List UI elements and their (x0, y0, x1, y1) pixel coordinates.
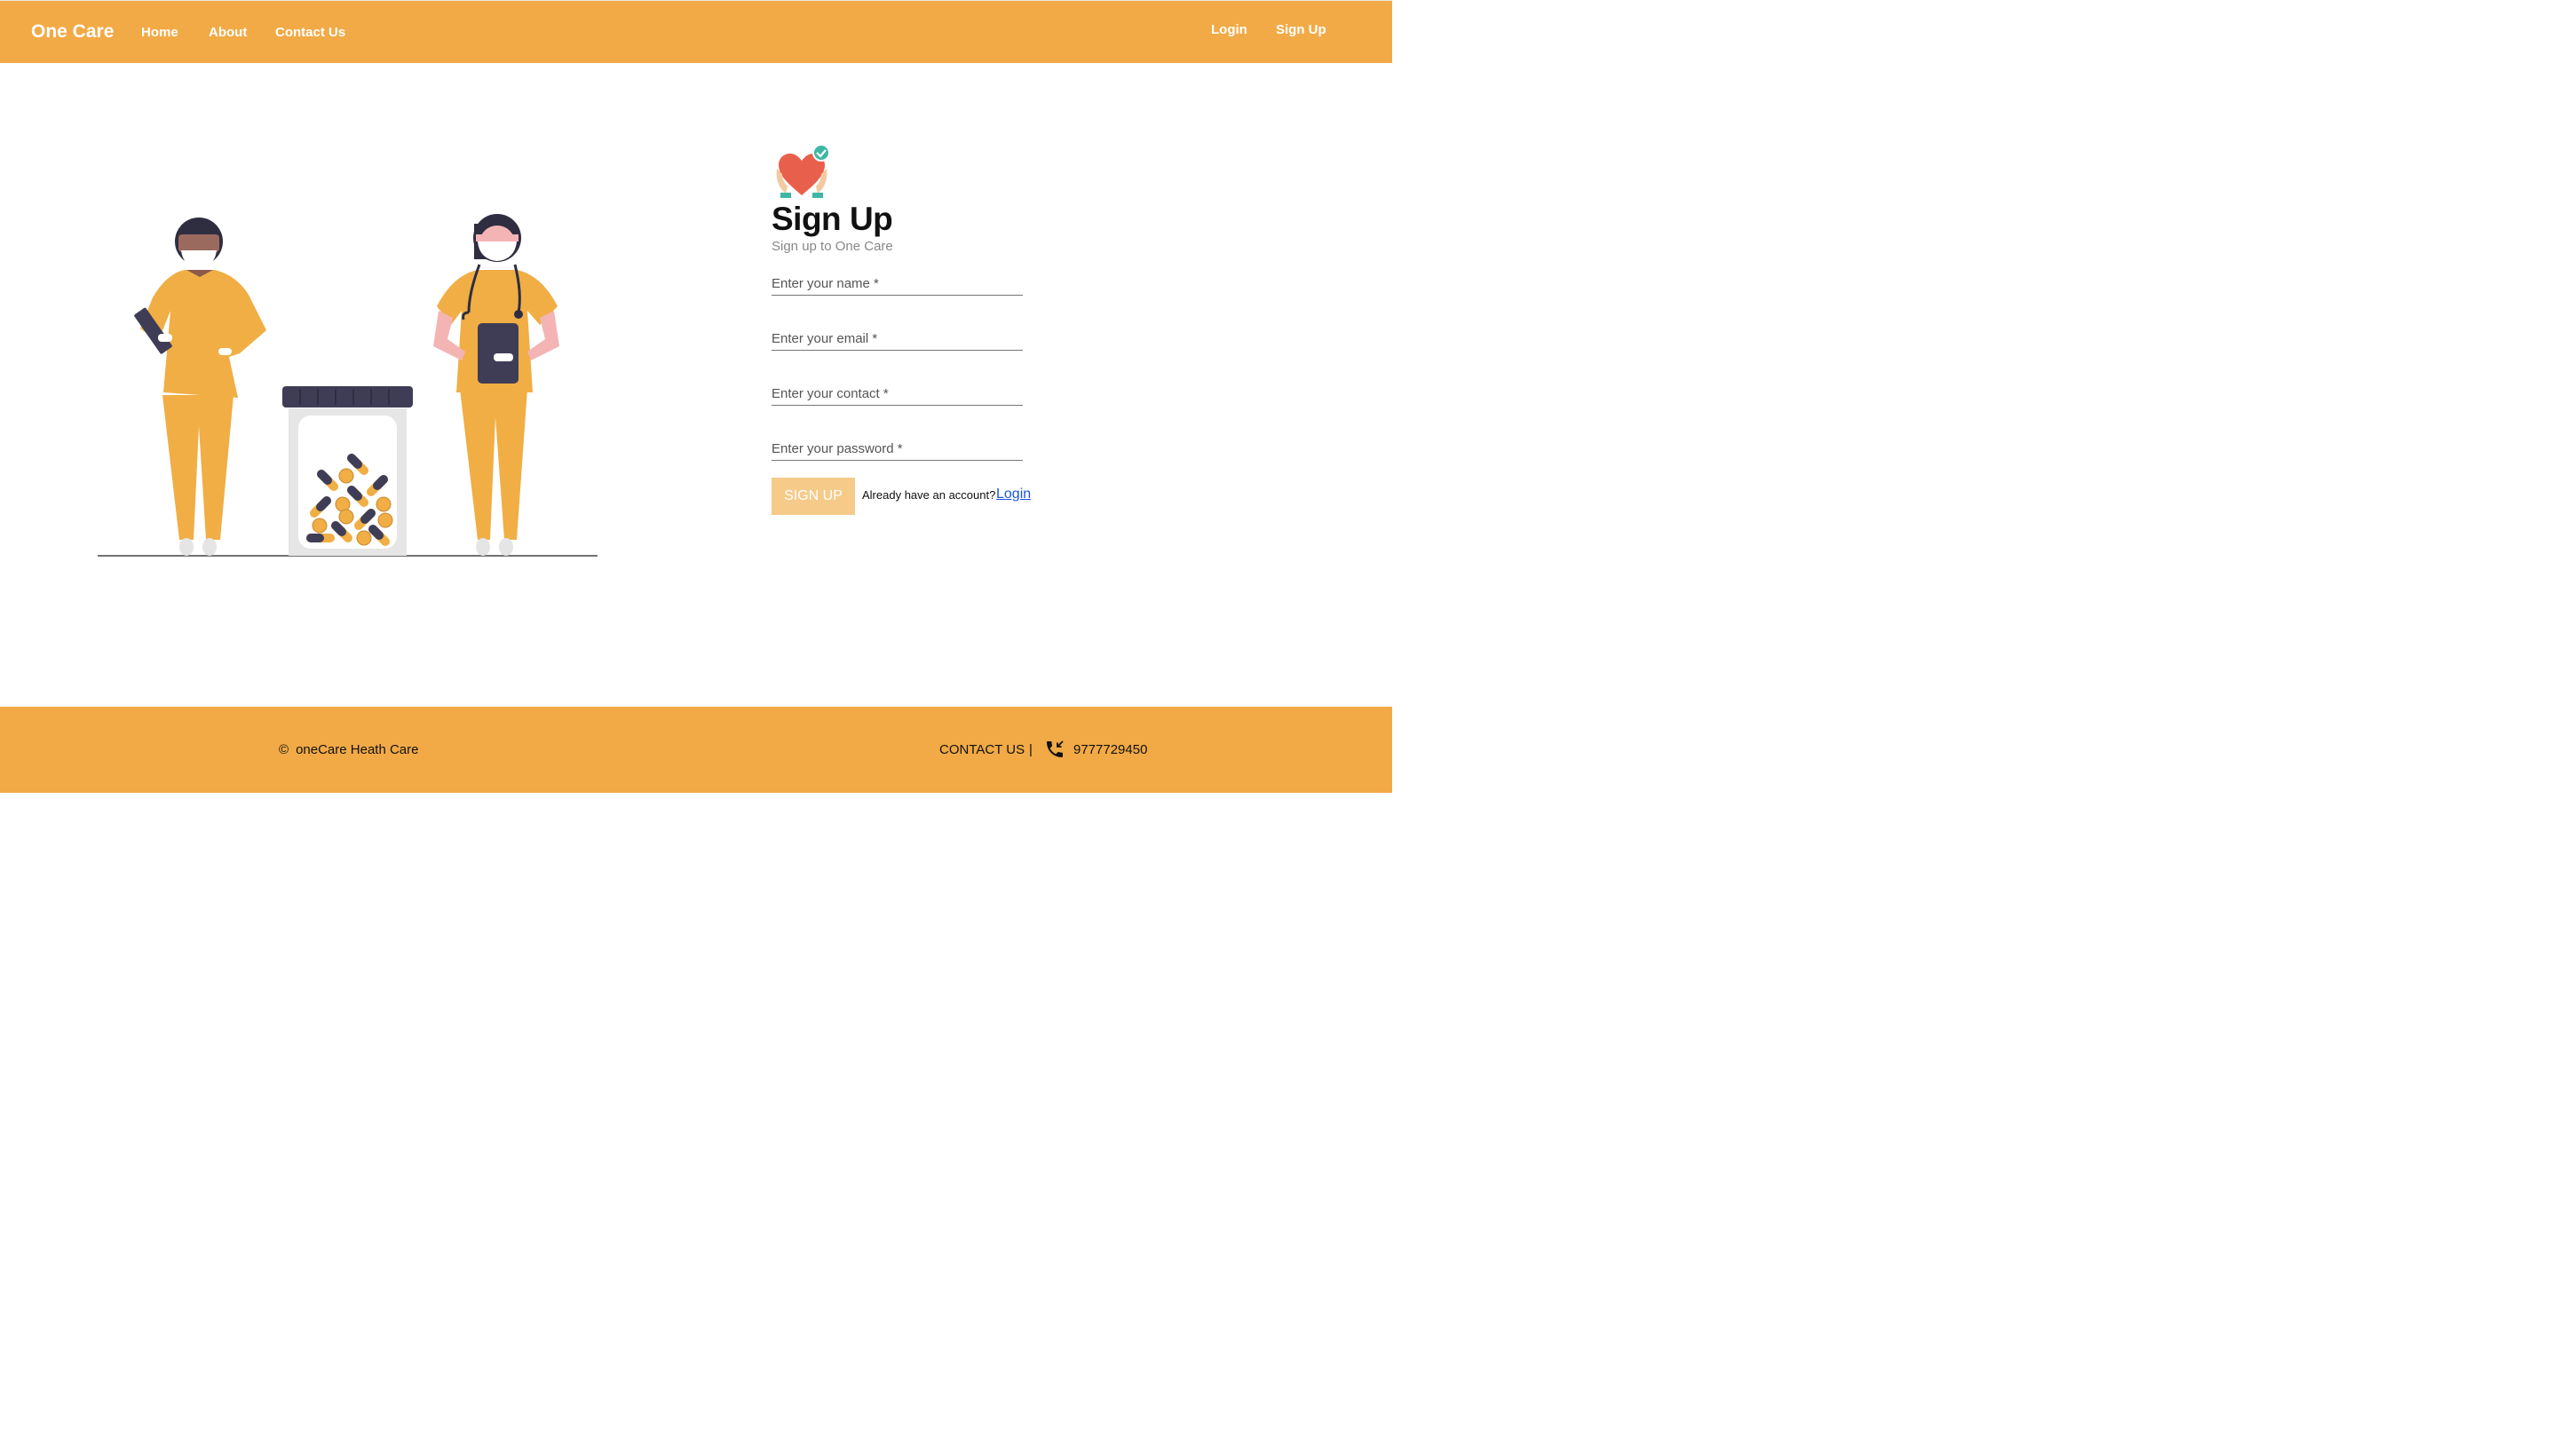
nurse-left-figure (134, 218, 266, 556)
nav-login-link[interactable]: Login (1211, 22, 1247, 37)
heart-in-hands-icon (776, 144, 830, 198)
nurse-right-figure (433, 214, 559, 556)
signup-submit-button[interactable]: SIGN UP (772, 478, 855, 515)
phone-incoming-icon (1047, 740, 1064, 757)
footer-copyright: © oneCare Heath Care (279, 742, 418, 757)
email-input[interactable] (772, 327, 1023, 351)
signup-subtitle: Sign up to One Care (772, 239, 893, 254)
contact-input[interactable] (772, 382, 1023, 406)
password-input[interactable] (772, 437, 1023, 461)
footer-divider: | (1029, 742, 1033, 757)
brand-logo-text[interactable]: One Care (31, 21, 114, 43)
copyright-text: oneCare Heath Care (296, 742, 419, 757)
medical-staff-illustration (98, 214, 598, 557)
nav-home-link[interactable]: Home (141, 25, 178, 40)
login-link[interactable]: Login (996, 487, 1031, 502)
footer-contact-label: CONTACT US (939, 742, 1025, 757)
footer-phone-number[interactable]: 9777729450 (1073, 742, 1147, 757)
name-input[interactable] (772, 272, 1023, 296)
copyright-symbol: © (279, 742, 289, 757)
nav-signup-link[interactable]: Sign Up (1276, 22, 1326, 37)
nav-contact-link[interactable]: Contact Us (275, 25, 345, 40)
login-prompt-text: Already have an account? (862, 488, 996, 502)
pill-jar (282, 386, 413, 556)
navbar: One Care Home About Contact Us Login Sig… (0, 0, 1392, 63)
signup-title: Sign Up (772, 201, 893, 237)
nav-about-link[interactable]: About (209, 25, 247, 40)
footer: © oneCare Heath Care CONTACT US | 9777729… (0, 707, 1392, 793)
